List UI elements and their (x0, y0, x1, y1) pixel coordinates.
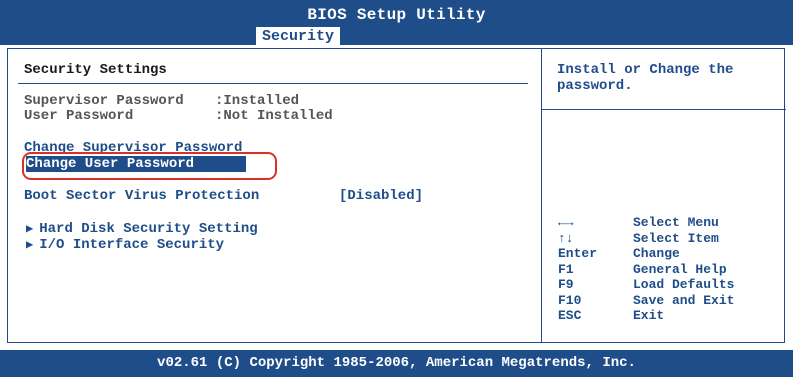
key-name: Enter (558, 246, 598, 261)
supervisor-password-label: Supervisor Password (24, 93, 184, 109)
key-description: General Help (633, 261, 727, 277)
hard-disk-security-submenu[interactable]: ▶ Hard Disk Security Setting (26, 221, 258, 237)
help-text-line-2: password. (557, 78, 633, 94)
user-password-status: :Not Installed (215, 108, 333, 124)
boot-sector-virus-protection-label[interactable]: Boot Sector Virus Protection (24, 188, 259, 204)
hard-disk-security-label: Hard Disk Security Setting (39, 221, 258, 237)
key-name: ←→ (558, 215, 574, 230)
supervisor-password-status: :Installed (215, 93, 300, 109)
main-frame: Security Settings Supervisor Password :I… (7, 48, 786, 343)
key-name: ↑↓ (558, 230, 574, 246)
key-name: ESC (558, 308, 582, 323)
app-title: BIOS Setup Utility (307, 6, 486, 24)
key-name: F1 (558, 261, 574, 277)
io-interface-security-label: I/O Interface Security (39, 237, 225, 253)
key-legend-row: F9 Load Defaults (558, 277, 734, 293)
submenu-arrow-icon: ▶ (26, 222, 34, 236)
key-legend-row: F10 Save and Exit (558, 293, 734, 309)
key-legend-row: ESC Exit (558, 308, 734, 324)
io-interface-security-submenu[interactable]: ▶ I/O Interface Security (26, 237, 224, 253)
key-name: F10 (558, 292, 582, 308)
key-legend-row: F1 General Help (558, 262, 734, 278)
help-divider (541, 109, 786, 110)
boot-sector-virus-protection-value[interactable]: [Disabled] (339, 188, 423, 204)
key-description: Exit (633, 308, 665, 323)
key-legend-row: ↑↓ Select Item (558, 231, 734, 247)
key-legend: ←→ Select Menu ↑↓ Select Item Enter Change … (558, 215, 734, 324)
user-password-label: User Password (24, 108, 134, 124)
key-description: Save and Exit (633, 292, 735, 308)
key-description: Change (633, 246, 680, 261)
key-description: Select Item (633, 230, 719, 246)
copyright-bar: v02.61 (C) Copyright 1985-2006, American… (0, 350, 793, 377)
help-text-line-1: Install or Change the (557, 62, 734, 78)
submenu-arrow-icon: ▶ (26, 238, 34, 252)
key-description: Load Defaults (633, 277, 735, 292)
key-legend-row: ←→ Select Menu (558, 215, 734, 231)
section-title: Security Settings (24, 62, 167, 78)
key-legend-row: Enter Change (558, 246, 734, 262)
tab-security[interactable]: Security (256, 27, 341, 45)
annotation-highlight-box (22, 152, 277, 180)
section-divider (18, 83, 528, 84)
key-description: Select Menu (633, 215, 719, 230)
title-bar: BIOS Setup Utility Security (0, 0, 793, 45)
key-name: F9 (558, 277, 574, 292)
pane-divider (541, 49, 542, 342)
